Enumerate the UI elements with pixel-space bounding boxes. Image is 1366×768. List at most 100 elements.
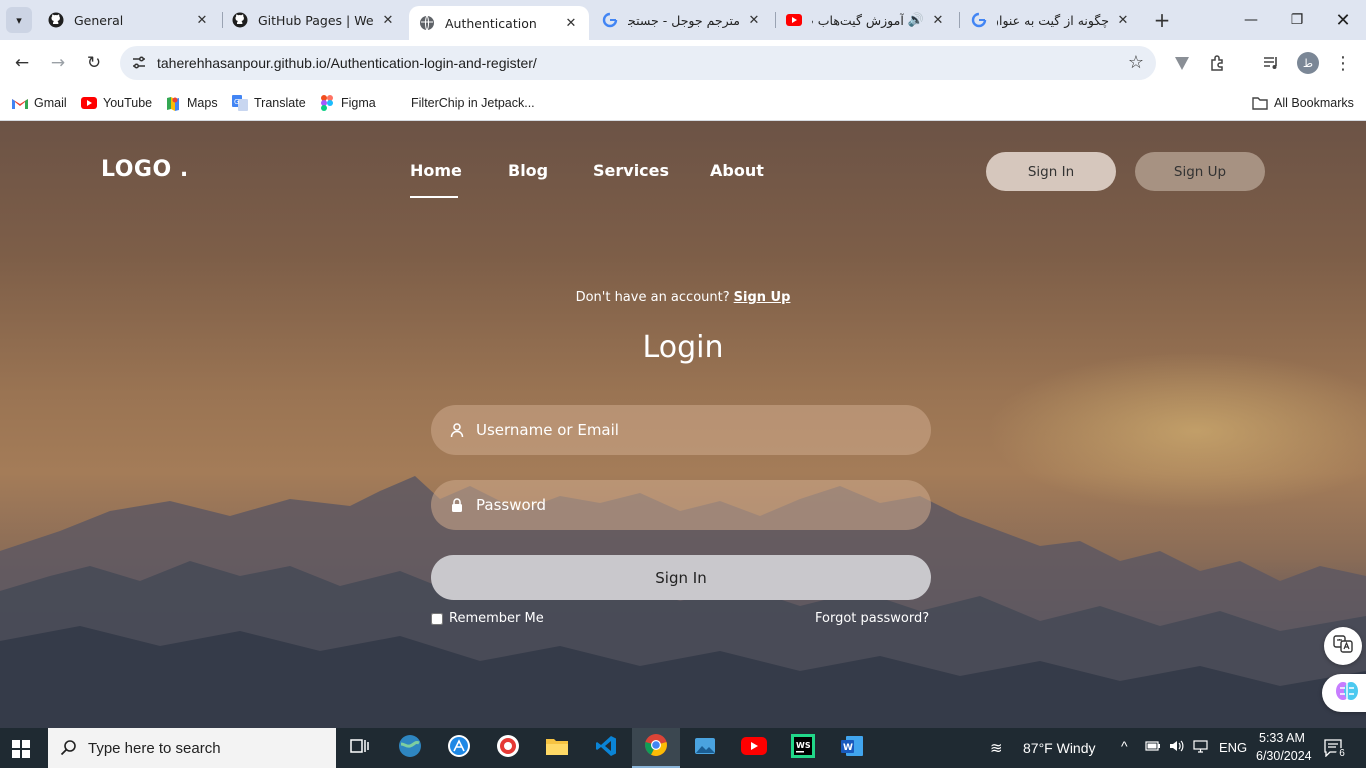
bookmarks-bar: Gmail YouTube Maps G Translate Figma Fil… [0,86,1366,121]
menu-kebab-icon[interactable]: ⋮ [1332,52,1354,74]
tab-google-search-git[interactable]: چگونه از گیت به عنوان ✕ [961,0,1141,40]
bookmark-gmail[interactable]: Gmail [12,92,67,114]
minimize-button[interactable]: — [1228,0,1274,40]
bookmark-filterchip[interactable]: FilterChip in Jetpack... [411,92,535,114]
restore-button[interactable]: ❐ [1274,0,1320,40]
close-icon[interactable]: ✕ [380,12,396,28]
bookmark-label: All Bookmarks [1274,96,1354,110]
media-control-icon[interactable] [1260,52,1282,74]
remember-me-checkbox[interactable] [431,612,443,625]
bookmark-label: Figma [341,96,376,110]
app-store-icon [447,734,471,762]
speaker-icon[interactable]: 🔊 [908,12,924,28]
clock-date[interactable]: 6/30/2024 [1256,749,1312,763]
header-sign-up-button[interactable]: Sign Up [1135,152,1265,191]
taskbar-app-globe[interactable] [386,728,434,768]
ai-assistant-floating-button[interactable] [1322,674,1366,712]
taskbar-app-word[interactable]: W [828,728,876,768]
nav-home[interactable]: Home [410,161,462,180]
password-input[interactable] [476,480,916,530]
task-view-icon [350,737,370,759]
taskbar-search-box[interactable]: Type here to search [48,728,336,768]
tab-title: Authentication [445,15,537,31]
close-window-button[interactable]: ✕ [1320,0,1366,40]
battery-icon[interactable] [1145,739,1161,758]
new-tab-button[interactable]: + [1150,8,1174,32]
forward-button[interactable]: → [46,51,70,75]
header-sign-in-button[interactable]: Sign In [986,152,1116,191]
arrow-left-icon: ← [14,53,30,73]
taskbar-app-photos[interactable] [681,728,729,768]
taskbar-app-youtube[interactable] [730,728,778,768]
login-page: LOGO . Home Blog Services About Sign In … [0,121,1366,728]
close-icon[interactable]: ✕ [563,15,579,31]
clock-time[interactable]: 5:33 AM [1259,731,1305,745]
nav-services[interactable]: Services [593,161,669,180]
close-icon[interactable]: ✕ [930,12,946,28]
profile-avatar[interactable]: ط [1297,52,1319,74]
close-icon[interactable]: ✕ [746,12,762,28]
search-icon [60,739,78,757]
tab-search-button[interactable]: ▾ [6,7,32,33]
address-bar[interactable]: taherehhasanpour.github.io/Authenticatio… [120,46,1156,80]
tab-google-translate[interactable]: مترجم جوجل - جستجو ✕ [592,0,772,40]
close-icon: ✕ [1335,9,1351,31]
taskbar-app-file-explorer[interactable] [533,728,581,768]
bookmark-youtube[interactable]: YouTube [81,92,152,114]
taskbar-app-vscode[interactable] [582,728,630,768]
tab-general[interactable]: General ✕ [38,0,220,40]
username-input[interactable] [476,405,916,455]
figma-icon [319,95,335,111]
bookmark-label: FilterChip in Jetpack... [411,96,535,110]
volume-icon[interactable] [1169,739,1185,758]
bookmark-figma[interactable]: Figma [319,92,376,114]
nav-about[interactable]: About [710,161,764,180]
extensions-icon[interactable] [1207,52,1229,74]
brain-icon [1335,680,1359,706]
tab-youtube-github-tutorial[interactable]: آموزش گیت‌هاب پ 🔊 ✕ [776,0,956,40]
google-icon [971,12,987,28]
close-icon[interactable]: ✕ [194,12,210,28]
signup-link[interactable]: Sign Up [734,290,791,305]
youtube-icon [786,12,802,28]
weather-text[interactable]: 87°F Windy [1023,740,1096,756]
weather-widget[interactable]: ≋ [990,739,1003,758]
all-bookmarks-button[interactable]: All Bookmarks [1252,92,1354,114]
chevron-up-icon[interactable]: ^ [1121,738,1128,754]
tab-github-pages[interactable]: GitHub Pages | Websi ✕ [222,0,406,40]
bookmark-translate[interactable]: G Translate [232,92,306,114]
language-indicator[interactable]: ENG [1219,740,1247,755]
nav-blog[interactable]: Blog [508,161,548,180]
username-field[interactable] [431,405,931,455]
translate-floating-button[interactable] [1324,627,1362,665]
taskbar-app-store[interactable] [435,728,483,768]
remember-me[interactable]: Remember Me [431,611,544,626]
forgot-password-link[interactable]: Forgot password? [815,611,929,626]
bookmark-maps[interactable]: Maps [165,92,218,114]
minimize-icon: — [1244,12,1258,28]
bookmark-star-icon[interactable]: ☆ [1128,52,1144,73]
reload-button[interactable]: ↻ [82,51,106,75]
tab-authentication[interactable]: Authentication ✕ [409,6,589,40]
translate-icon: G [232,95,248,111]
task-view-button[interactable] [336,728,384,768]
site-logo[interactable]: LOGO . [101,157,189,182]
close-icon[interactable]: ✕ [1115,12,1131,28]
taskbar-app-webstorm[interactable]: WS [779,728,827,768]
site-settings-icon[interactable] [130,54,148,72]
vpn-extension-icon[interactable] [1171,52,1193,74]
signup-prompt-text: Don't have an account? [575,290,730,305]
sign-in-submit-button[interactable]: Sign In [431,555,931,600]
taskbar-app-chrome[interactable] [632,728,680,768]
translate-icon [1333,634,1353,658]
windows-start-icon[interactable] [12,740,30,758]
bookmark-label: Gmail [34,96,67,110]
google-icon [602,12,618,28]
taskbar-app-recorder[interactable] [484,728,532,768]
svg-text:G: G [234,98,239,106]
password-field[interactable] [431,480,931,530]
network-icon[interactable] [1193,739,1209,758]
youtube-icon [741,737,767,759]
back-button[interactable]: ← [10,51,34,75]
github-icon [232,12,248,28]
